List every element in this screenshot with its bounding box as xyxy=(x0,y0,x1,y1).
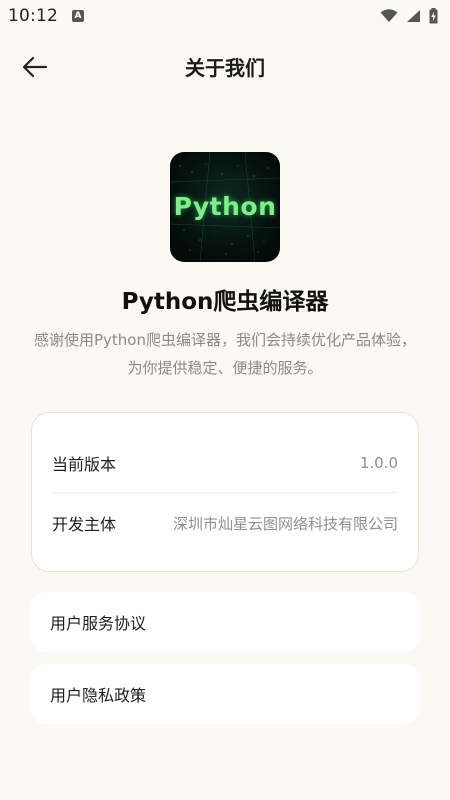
developer-label: 开发主体 xyxy=(52,515,117,534)
status-icons xyxy=(380,8,438,24)
wifi-icon xyxy=(380,9,398,22)
developer-row: 开发主体 深圳市灿星云图网络科技有限公司 xyxy=(52,493,398,553)
app-logo: Python xyxy=(170,152,280,262)
app-name: Python爬虫编译器 xyxy=(121,289,329,315)
version-value: 1.0.0 xyxy=(359,454,398,472)
status-bar: 10:12 A xyxy=(0,0,450,32)
app-description: 感谢使用Python爬虫编译器，我们会持续优化产品体验，为你提供稳定、便捷的服务… xyxy=(34,331,416,377)
user-agreement-link[interactable]: 用户服务协议 xyxy=(30,592,420,652)
signal-icon xyxy=(407,10,420,22)
notification-icon: A xyxy=(72,10,84,22)
battery-charging-icon xyxy=(429,8,438,24)
developer-value: 深圳市灿星云图网络科技有限公司 xyxy=(172,514,398,533)
privacy-policy-label: 用户隐私政策 xyxy=(50,686,147,705)
info-card: 当前版本 1.0.0 开发主体 深圳市灿星云图网络科技有限公司 xyxy=(31,412,419,572)
privacy-policy-link[interactable]: 用户隐私政策 xyxy=(30,664,420,724)
page-title: 关于我们 xyxy=(185,56,265,80)
user-agreement-label: 用户服务协议 xyxy=(50,614,147,633)
version-label: 当前版本 xyxy=(52,455,117,474)
app-bar: 关于我们 xyxy=(0,44,450,88)
version-row: 当前版本 1.0.0 xyxy=(52,433,398,493)
logo-text: Python xyxy=(173,192,277,221)
status-time: 10:12 xyxy=(8,6,58,26)
